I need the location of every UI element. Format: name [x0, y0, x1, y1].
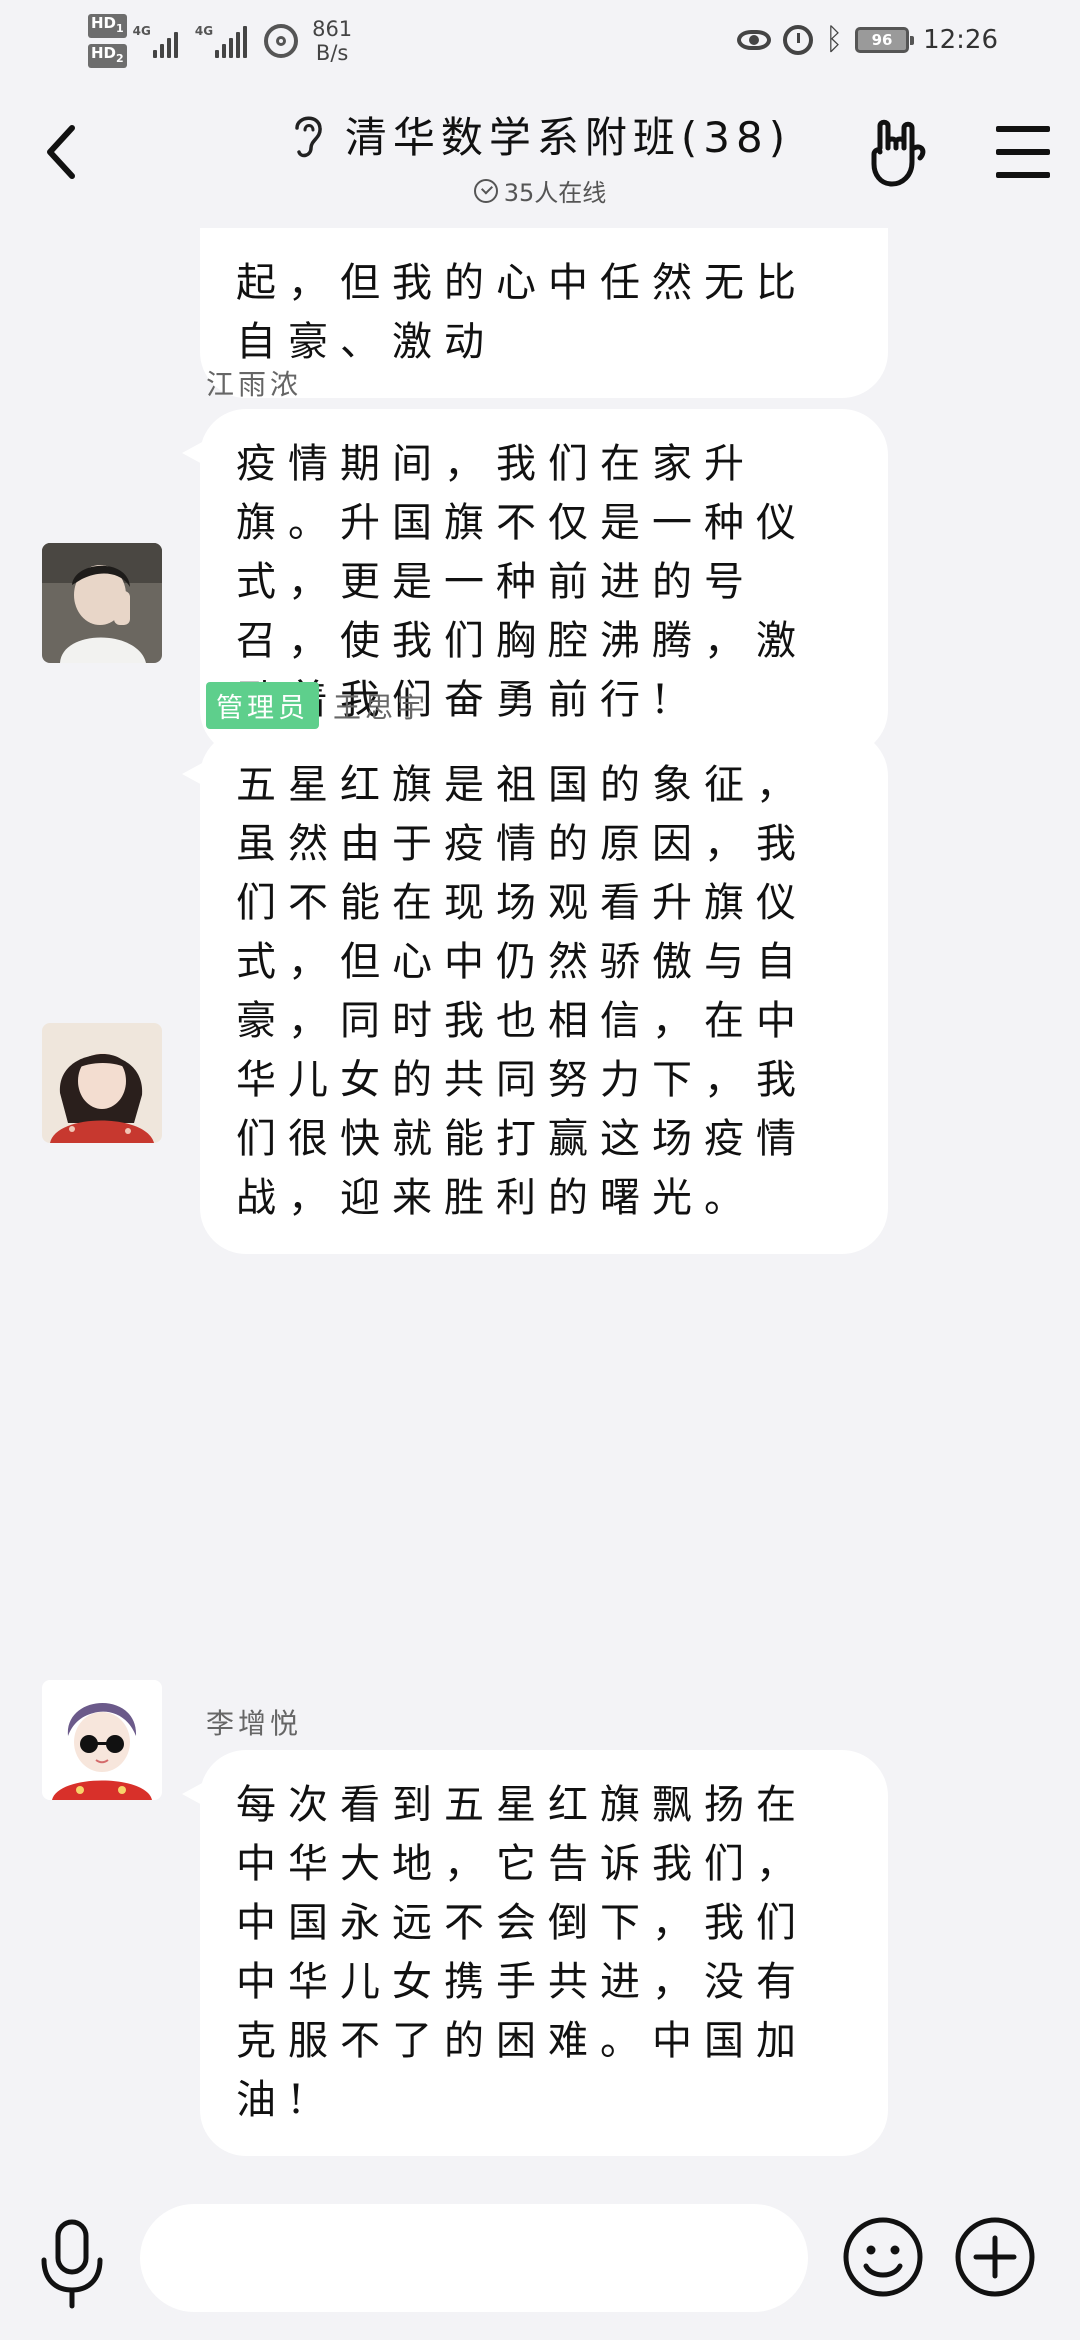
menu-icon-line	[996, 172, 1050, 178]
message-bubble[interactable]: 起，但我的心中任然无比自豪、激动	[200, 228, 888, 398]
voice-button[interactable]	[36, 2218, 108, 2310]
net-speed-value: 861	[312, 17, 353, 41]
input-bar	[0, 2178, 1080, 2340]
sender-name: 李增悦	[206, 1707, 303, 1740]
microphone-icon	[41, 2219, 103, 2309]
message-bubble[interactable]: 每次看到五星红旗飘扬在中华大地，它告诉我们，中国永远不会倒下，我们中华儿女携手共…	[182, 1750, 888, 2156]
plus-circle-icon	[955, 2217, 1035, 2297]
menu-icon-line	[996, 149, 1050, 155]
signal-sim1-icon: 4G	[133, 24, 181, 58]
alarm-icon	[783, 25, 814, 55]
online-check-icon	[473, 178, 498, 203]
status-left: HD1 HD2 4G 4G 861 B/s	[88, 10, 352, 72]
battery-icon: 96	[855, 27, 915, 53]
sender-name: 王思宇	[333, 690, 430, 724]
avatar[interactable]	[42, 1680, 162, 1800]
partial-timestamp	[0, 2168, 1080, 2178]
message-text: 每次看到五星红旗飘扬在中华大地，它告诉我们，中国永远不会倒下，我们中华儿女携手共…	[236, 1782, 808, 2123]
battery-level: 96	[871, 31, 893, 49]
gesture-button[interactable]	[866, 118, 928, 190]
menu-button[interactable]	[996, 126, 1050, 178]
online-count: 35人在线	[503, 179, 607, 207]
more-button[interactable]	[954, 2216, 1036, 2298]
signal-sim2-icon: 4G	[195, 24, 250, 58]
page-title: 清华数学系附班(38)	[344, 113, 792, 162]
chat-screen: HD1 HD2 4G 4G 861 B/s ᛒ 96 12:26 清华数学系附班…	[0, 0, 1080, 2340]
message-list[interactable]: 起，但我的心中任然无比自豪、激动 上午7:54 江雨浓 疫情期间，我们在家升旗。…	[0, 228, 1080, 2178]
status-bar: HD1 HD2 4G 4G 861 B/s ᛒ 96 12:26	[0, 0, 1080, 82]
chat-header: 清华数学系附班(38) 35人在线	[0, 82, 1080, 228]
menu-icon-line	[996, 126, 1050, 132]
smiley-icon	[843, 2217, 923, 2297]
sender-name: 江雨浓	[206, 368, 303, 401]
avatar[interactable]	[42, 543, 162, 663]
admin-badge: 管理员	[206, 682, 319, 729]
sender-name-row: 江雨浓	[206, 363, 302, 403]
message-input[interactable]	[140, 2204, 808, 2312]
sender-name-row: 李增悦	[206, 1702, 302, 1742]
message-text: 五星红旗是祖国的象征，虽然由于疫情的原因，我们不能在现场观看升旗仪式，但心中仍然…	[236, 762, 808, 1221]
avatar[interactable]	[42, 1023, 162, 1143]
net-speed-unit: B/s	[315, 41, 349, 65]
avatar-li-image	[42, 1680, 162, 1800]
hd-sim2-icon: HD2	[88, 44, 127, 68]
eye-comfort-icon	[737, 30, 772, 50]
bluetooth-icon: ᛒ	[825, 22, 844, 57]
network-speed: 861 B/s	[312, 17, 352, 65]
status-time: 12:26	[923, 25, 998, 55]
message-bubble[interactable]: 五星红旗是祖国的象征，虽然由于疫情的原因，我们不能在现场观看升旗仪式，但心中仍然…	[182, 730, 888, 1254]
hd-sim1-icon: HD1	[88, 14, 127, 38]
hotspot-icon	[264, 24, 299, 58]
message-text: 起，但我的心中任然无比自豪、激动	[236, 260, 808, 365]
emoji-button[interactable]	[842, 2216, 924, 2298]
status-right: ᛒ 96 12:26	[737, 18, 998, 62]
sim-indicators: HD1 HD2	[88, 11, 127, 71]
ear-icon	[295, 116, 322, 157]
rock-hand-icon	[871, 119, 926, 187]
avatar-wang-image	[42, 1023, 162, 1143]
avatar-jiang-image	[42, 543, 162, 663]
sender-name-row: 管理员 王思宇	[206, 682, 429, 729]
